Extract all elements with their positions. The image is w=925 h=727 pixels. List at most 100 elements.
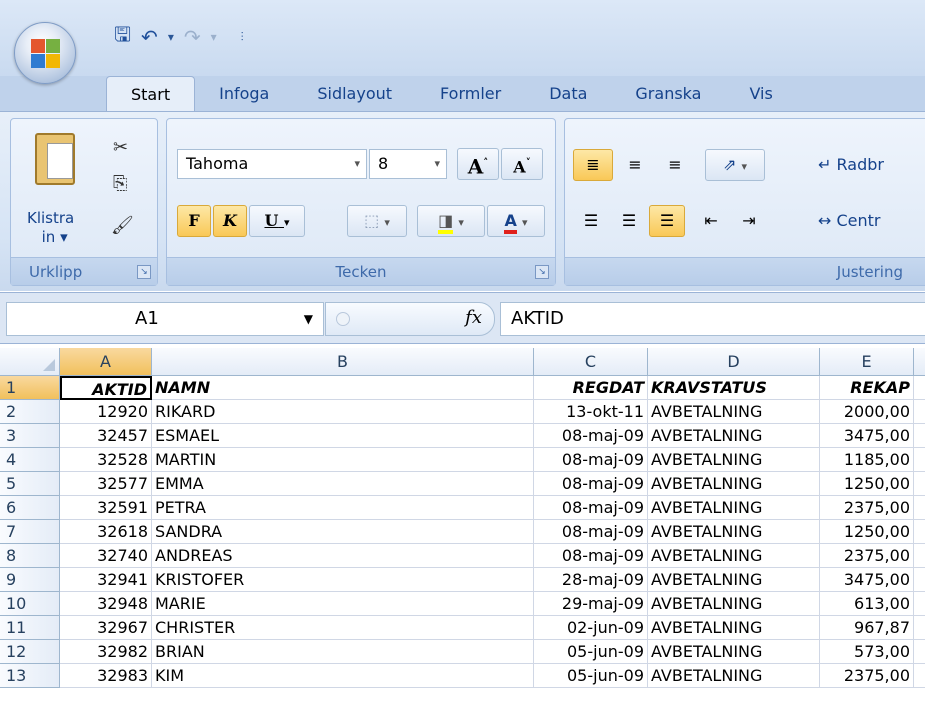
cell-b1[interactable]: NAMN [152,376,534,400]
row-header-5[interactable]: 5 [0,472,60,496]
cell-e4[interactable]: 1185,00 [820,448,914,472]
tab-data[interactable]: Data [525,76,611,112]
cell-e3[interactable]: 3475,00 [820,424,914,448]
column-header-d[interactable]: D [648,348,820,376]
row-header-13[interactable]: 13 [0,664,60,688]
save-icon[interactable]: 🖫 [114,20,131,54]
cell-empty[interactable] [914,520,925,544]
cell-empty[interactable] [914,664,925,688]
select-all-button[interactable] [0,348,60,376]
row-header-6[interactable]: 6 [0,496,60,520]
cell-c9[interactable]: 28-maj-09 [534,568,648,592]
row-header-1[interactable]: 1 [0,376,60,400]
cell-b6[interactable]: PETRA [152,496,534,520]
borders-button[interactable]: ⬚ ▾ [347,205,407,237]
grow-font-button[interactable]: A˄ [457,148,499,180]
cell-a7[interactable]: 32618 [60,520,152,544]
fill-color-button[interactable]: ◨ ▾ [417,205,485,237]
row-header-7[interactable]: 7 [0,520,60,544]
column-header-b[interactable]: B [152,348,534,376]
row-header-12[interactable]: 12 [0,640,60,664]
cell-a13[interactable]: 32983 [60,664,152,688]
cell-b12[interactable]: BRIAN [152,640,534,664]
font-color-button[interactable]: A ▾ [487,205,545,237]
cell-c11[interactable]: 02-jun-09 [534,616,648,640]
splitter-handle[interactable] [336,312,350,326]
row-header-10[interactable]: 10 [0,592,60,616]
cell-empty[interactable] [914,472,925,496]
cell-empty[interactable] [914,640,925,664]
undo-dropdown-icon[interactable]: ▾ [168,30,174,44]
cell-c4[interactable]: 08-maj-09 [534,448,648,472]
clipboard-launcher-icon[interactable]: ↘ [137,265,151,279]
cell-d3[interactable]: AVBETALNING [648,424,820,448]
paste-icon[interactable] [35,133,75,185]
tab-formler[interactable]: Formler [416,76,525,112]
shrink-font-button[interactable]: A˅ [501,148,543,180]
redo-dropdown-icon[interactable]: ▾ [211,30,217,44]
cell-e12[interactable]: 573,00 [820,640,914,664]
column-header-c[interactable]: C [534,348,648,376]
cell-a8[interactable]: 32740 [60,544,152,568]
cell-e8[interactable]: 2375,00 [820,544,914,568]
cell-d10[interactable]: AVBETALNING [648,592,820,616]
cell-b3[interactable]: ESMAEL [152,424,534,448]
decrease-indent-button[interactable]: ⇤ [693,205,729,237]
tab-sidlayout[interactable]: Sidlayout [293,76,416,112]
cell-a9[interactable]: 32941 [60,568,152,592]
cell-c1[interactable]: REGDAT [534,376,648,400]
align-left-button[interactable]: ☰ [573,205,609,237]
cell-empty[interactable] [914,424,925,448]
align-top-button[interactable]: ≣ [573,149,613,181]
cell-b9[interactable]: KRISTOFER [152,568,534,592]
underline-button[interactable]: U ▾ [249,205,305,237]
paste-button[interactable]: Klistra in ▾ [27,209,74,247]
copy-icon[interactable]: ⎘ [113,173,127,194]
cell-b2[interactable]: RIKARD [152,400,534,424]
cell-a11[interactable]: 32967 [60,616,152,640]
cell-d7[interactable]: AVBETALNING [648,520,820,544]
column-header-f[interactable] [914,348,925,376]
cell-empty[interactable] [914,616,925,640]
cell-empty[interactable] [914,592,925,616]
row-header-11[interactable]: 11 [0,616,60,640]
cell-c12[interactable]: 05-jun-09 [534,640,648,664]
cell-b10[interactable]: MARIE [152,592,534,616]
formula-input[interactable]: AKTID [500,302,925,336]
row-header-2[interactable]: 2 [0,400,60,424]
insert-function-icon[interactable]: fx [465,307,482,328]
cell-c13[interactable]: 05-jun-09 [534,664,648,688]
cell-d5[interactable]: AVBETALNING [648,472,820,496]
align-right-button[interactable]: ☰ [649,205,685,237]
name-box[interactable]: A1 ▼ [6,302,324,336]
cell-a5[interactable]: 32577 [60,472,152,496]
bold-button[interactable]: F [177,205,211,237]
cell-e10[interactable]: 613,00 [820,592,914,616]
cell-c10[interactable]: 29-maj-09 [534,592,648,616]
increase-indent-button[interactable]: ⇥ [731,205,767,237]
cell-d12[interactable]: AVBETALNING [648,640,820,664]
align-center-button[interactable]: ☰ [611,205,647,237]
cell-a2[interactable]: 12920 [60,400,152,424]
cell-d4[interactable]: AVBETALNING [648,448,820,472]
merge-center-button[interactable]: ↔ Centr [817,205,925,237]
row-header-8[interactable]: 8 [0,544,60,568]
cell-empty[interactable] [914,568,925,592]
align-middle-button[interactable]: ≡ [617,149,653,181]
undo-icon[interactable]: ↶ [141,25,158,49]
cell-empty[interactable] [914,376,925,400]
cell-a10[interactable]: 32948 [60,592,152,616]
cell-a12[interactable]: 32982 [60,640,152,664]
format-painter-icon[interactable]: 🖌 [111,215,134,236]
tab-granska[interactable]: Granska [611,76,725,112]
cell-b8[interactable]: ANDREAS [152,544,534,568]
cell-d9[interactable]: AVBETALNING [648,568,820,592]
cell-d8[interactable]: AVBETALNING [648,544,820,568]
tab-start[interactable]: Start [106,76,196,112]
cell-e13[interactable]: 2375,00 [820,664,914,688]
cell-d1[interactable]: KRAVSTATUS [648,376,820,400]
cell-e7[interactable]: 1250,00 [820,520,914,544]
redo-icon[interactable]: ↷ [184,25,201,49]
tab-visa[interactable]: Vis [725,76,796,112]
row-header-3[interactable]: 3 [0,424,60,448]
